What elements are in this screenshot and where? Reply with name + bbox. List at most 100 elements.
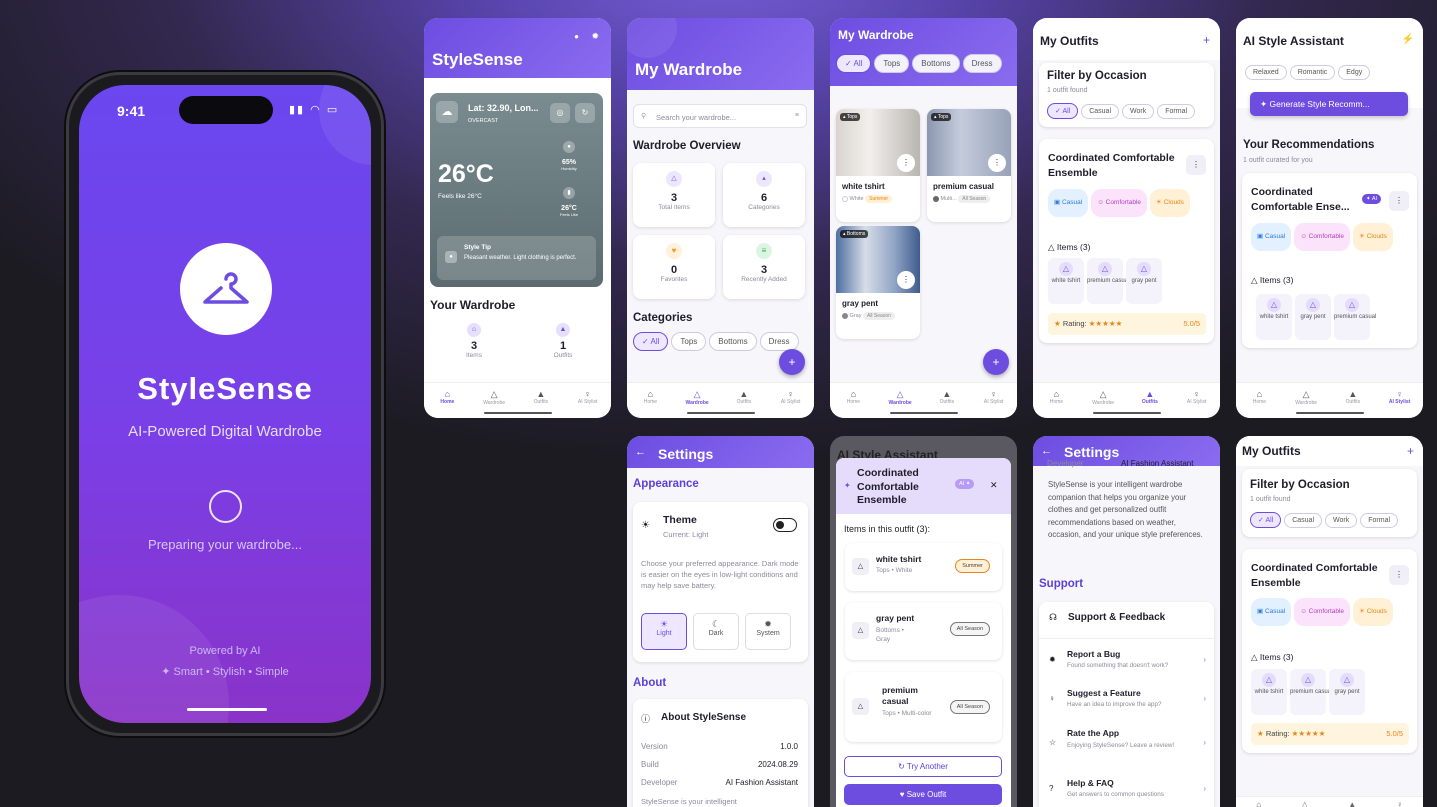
- outfit-item-tile[interactable]: △ white tshirt: [1048, 258, 1084, 304]
- nav-stylist[interactable]: ♀ AI Stylist: [1177, 389, 1217, 405]
- more-button[interactable]: ⋮: [1186, 155, 1206, 175]
- support-row[interactable]: ☆ Rate the App Enjoying StyleSense? Leav…: [1039, 718, 1214, 766]
- support-row[interactable]: ✹ Report a Bug Found something that does…: [1039, 638, 1214, 678]
- chip-formal[interactable]: Formal: [1157, 104, 1196, 119]
- outfit-item-tile[interactable]: △ gray pent: [1126, 258, 1162, 304]
- nav-wardrobe[interactable]: △ Wardrobe: [1083, 389, 1123, 406]
- nav-stylist[interactable]: ♀ AI Stylist: [1380, 389, 1420, 405]
- nav-outfits[interactable]: ▲ Outfits: [724, 389, 764, 405]
- stat-recent[interactable]: ≡ 3 Recently Added: [723, 235, 805, 299]
- chip-dress[interactable]: Dress: [962, 54, 1002, 73]
- occasion-chips: ✓ All Casual Work Formal: [1250, 512, 1401, 528]
- modal-item[interactable]: △ gray pent Bottoms • Gray All Season: [845, 602, 1002, 660]
- outfits-stat[interactable]: ▲ 1 Outfits: [519, 323, 607, 359]
- chip-all[interactable]: ✓ All: [836, 54, 872, 73]
- nav-outfits[interactable]: ▲ Outfits: [1130, 389, 1170, 405]
- generate-button[interactable]: ✦ Generate Style Recomm...: [1250, 92, 1408, 116]
- chip-casual[interactable]: Casual: [1284, 513, 1323, 528]
- chip-bottoms[interactable]: Bottoms: [709, 332, 757, 351]
- refresh-button[interactable]: ↻: [575, 103, 595, 123]
- lightbulb-icon[interactable]: ♀: [1397, 800, 1403, 807]
- outfit-item-tile[interactable]: △ premium casual: [1087, 258, 1129, 304]
- more-button[interactable]: ⋮: [897, 271, 915, 289]
- chip-tops[interactable]: Tops: [671, 332, 707, 351]
- outfit-item-tile[interactable]: △ gray pent: [1295, 294, 1331, 340]
- add-item-button[interactable]: +: [779, 349, 805, 375]
- nav-stylist[interactable]: ♀ AI Stylist: [568, 389, 608, 405]
- support-row[interactable]: ? Help & FAQ Get answers to common quest…: [1039, 768, 1214, 807]
- item-card[interactable]: ▴ Tops ⋮ premium casual Multi... All Sea…: [927, 109, 1011, 222]
- outfit-card[interactable]: Coordinated Comfortable Ensemble ⋮ ▣ Cas…: [1242, 549, 1417, 753]
- nav-home[interactable]: ⌂ Home: [833, 389, 873, 405]
- stat-favorites[interactable]: ♥ 0 Favorites: [633, 235, 715, 299]
- chip-casual[interactable]: Casual: [1081, 104, 1120, 119]
- chip-formal[interactable]: Formal: [1360, 513, 1399, 528]
- grid-icon: ▴: [756, 171, 772, 187]
- search-placeholder: Search your wardrobe...: [656, 113, 737, 122]
- stat-categories[interactable]: ▴ 6 Categories: [723, 163, 805, 227]
- try-another-button[interactable]: ↻ Try Another: [844, 756, 1002, 777]
- nav-home[interactable]: ⌂ Home: [1239, 389, 1279, 405]
- support-row[interactable]: ♀ Suggest a Feature Have an idea to impr…: [1039, 678, 1214, 718]
- chip-bottoms[interactable]: Bottoms: [912, 54, 960, 73]
- outfit-item-tile[interactable]: △ premium casual: [1334, 294, 1376, 340]
- nav-outfits[interactable]: ▲ Outfits: [521, 389, 561, 405]
- nav-wardrobe[interactable]: △ Wardrobe: [677, 389, 717, 406]
- chip-all[interactable]: ✓ All: [1250, 512, 1282, 528]
- add-item-button[interactable]: +: [983, 349, 1009, 375]
- hanger-icon[interactable]: △: [1302, 800, 1308, 807]
- nav-home[interactable]: ⌂ Home: [427, 389, 467, 405]
- chip-work[interactable]: Work: [1122, 104, 1155, 119]
- more-button[interactable]: ⋮: [1389, 191, 1409, 211]
- close-icon[interactable]: ✕: [990, 480, 998, 491]
- nav-stylist[interactable]: ♀ AI Stylist: [974, 389, 1014, 405]
- chip-romantic[interactable]: Romantic: [1289, 65, 1336, 80]
- outfit-card[interactable]: Coordinated Comfortable Ensemble ⋮ ▣ Cas…: [1039, 139, 1214, 343]
- recommendation-card[interactable]: Coordinated Comfortable Ense... ✦ AI ⋮ ▣…: [1242, 173, 1417, 348]
- nav-home[interactable]: ⌂ Home: [1036, 389, 1076, 405]
- bell-icon[interactable]: ●: [574, 32, 579, 41]
- nav-wardrobe[interactable]: △ Wardrobe: [474, 389, 514, 406]
- add-icon[interactable]: +: [1407, 444, 1414, 458]
- nav-outfits[interactable]: ▲ Outfits: [1333, 389, 1373, 405]
- nav-wardrobe[interactable]: △ Wardrobe: [1286, 389, 1326, 406]
- mode-system[interactable]: ✹ System: [745, 613, 791, 650]
- nav-home[interactable]: ⌂ Home: [630, 389, 670, 405]
- mode-light[interactable]: ☀ Light: [641, 613, 687, 650]
- theme-toggle[interactable]: [773, 518, 797, 532]
- back-icon[interactable]: ←: [1041, 445, 1052, 457]
- items-stat[interactable]: ⌂ 3 Items: [430, 323, 518, 359]
- more-button[interactable]: ⋮: [1389, 565, 1409, 585]
- gear-icon[interactable]: ✹: [591, 31, 599, 42]
- outfit-item-tile[interactable]: △ premium casual: [1290, 669, 1332, 715]
- chip-all[interactable]: ✓ All: [633, 332, 669, 351]
- chip-relaxed[interactable]: Relaxed: [1245, 65, 1287, 80]
- outfit-item-tile[interactable]: △ white tshirt: [1256, 294, 1292, 340]
- chip-tops[interactable]: Tops: [874, 54, 910, 73]
- outfit-item-tile[interactable]: △ white tshirt: [1251, 669, 1287, 715]
- chip-work[interactable]: Work: [1325, 513, 1358, 528]
- more-button[interactable]: ⋮: [988, 154, 1006, 172]
- nav-stylist[interactable]: ♀ AI Stylist: [771, 389, 811, 405]
- filter-icon[interactable]: ≡: [795, 112, 799, 119]
- home-icon[interactable]: ⌂: [1256, 800, 1261, 807]
- more-button[interactable]: ⋮: [897, 154, 915, 172]
- chip-edgy[interactable]: Edgy: [1338, 65, 1371, 80]
- item-card[interactable]: ▴ Bottoms ⋮ gray pent Gray All Season: [836, 226, 920, 339]
- nav-outfits[interactable]: ▲ Outfits: [927, 389, 967, 405]
- save-outfit-button[interactable]: ♥ Save Outfit: [844, 784, 1002, 805]
- modal-item[interactable]: △ white tshirt Tops • White Summer: [845, 543, 1002, 591]
- chip-all[interactable]: ✓ All: [1047, 103, 1079, 119]
- item-card[interactable]: ▴ Tops ⋮ white tshirt White Summer: [836, 109, 920, 222]
- magic-wand-icon[interactable]: ⚡: [1402, 34, 1414, 45]
- add-icon[interactable]: +: [1203, 33, 1210, 47]
- nav-wardrobe[interactable]: △ Wardrobe: [880, 389, 920, 406]
- locate-button[interactable]: ◎: [550, 103, 570, 123]
- modal-item[interactable]: △ premium casual Tops • Multi-color All …: [845, 672, 1002, 742]
- shirt-icon[interactable]: ▲: [1348, 800, 1356, 807]
- outfit-item-tile[interactable]: △ gray pent: [1329, 669, 1365, 715]
- search-input[interactable]: ⚲ Search your wardrobe... ≡: [633, 104, 807, 128]
- mode-dark[interactable]: ☾ Dark: [693, 613, 739, 650]
- stat-total[interactable]: △ 3 Total Items: [633, 163, 715, 227]
- back-icon[interactable]: ←: [635, 446, 646, 458]
